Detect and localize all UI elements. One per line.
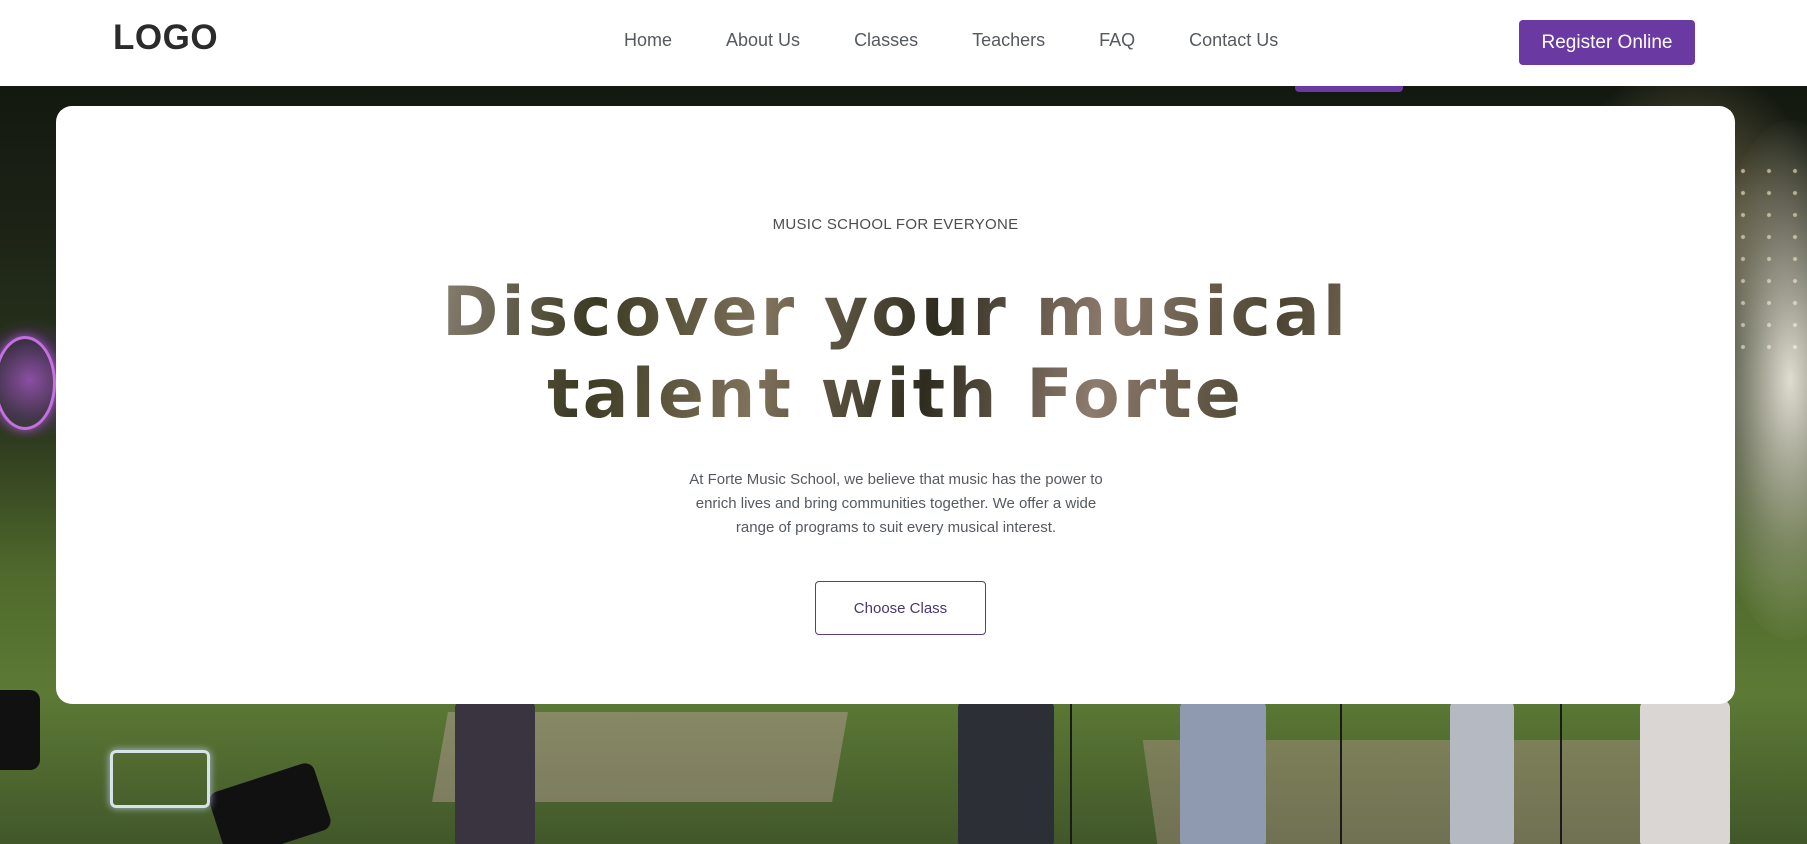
accent-tab (1295, 86, 1403, 92)
performer (1180, 700, 1266, 844)
performer (1640, 700, 1730, 844)
hero-headline-line-1: Discover your musical (441, 273, 1350, 352)
hero-card: MUSIC SCHOOL FOR EVERYONE Discover your … (56, 106, 1735, 704)
hero-headline: Discover your musical talent with Forte (56, 272, 1735, 436)
nav-faq[interactable]: FAQ (1099, 28, 1135, 52)
mic-stand (1070, 704, 1072, 844)
logo[interactable]: LOGO (113, 18, 218, 58)
speaker (0, 690, 40, 770)
mic-stand (1340, 704, 1342, 844)
main-nav: Home About Us Classes Teachers FAQ Conta… (624, 28, 1278, 52)
nav-contact-us[interactable]: Contact Us (1189, 28, 1278, 52)
performer (958, 700, 1054, 844)
hero-headline-line-2: talent with Forte (547, 355, 1244, 434)
speaker (206, 760, 334, 844)
choose-class-button[interactable]: Choose Class (815, 581, 986, 635)
performer (455, 700, 535, 844)
performer (1450, 700, 1514, 844)
neon-light-sign (110, 750, 210, 808)
nav-home[interactable]: Home (624, 28, 672, 52)
hero-description: At Forte Music School, we believe that m… (689, 471, 1103, 536)
nav-about-us[interactable]: About Us (726, 28, 800, 52)
music-stand (1560, 704, 1562, 844)
nav-teachers[interactable]: Teachers (972, 28, 1045, 52)
nav-classes[interactable]: Classes (854, 28, 918, 52)
register-online-button[interactable]: Register Online (1519, 20, 1695, 65)
site-header: LOGO Home About Us Classes Teachers FAQ … (0, 0, 1807, 86)
hero-eyebrow: MUSIC SCHOOL FOR EVERYONE (772, 216, 1019, 233)
